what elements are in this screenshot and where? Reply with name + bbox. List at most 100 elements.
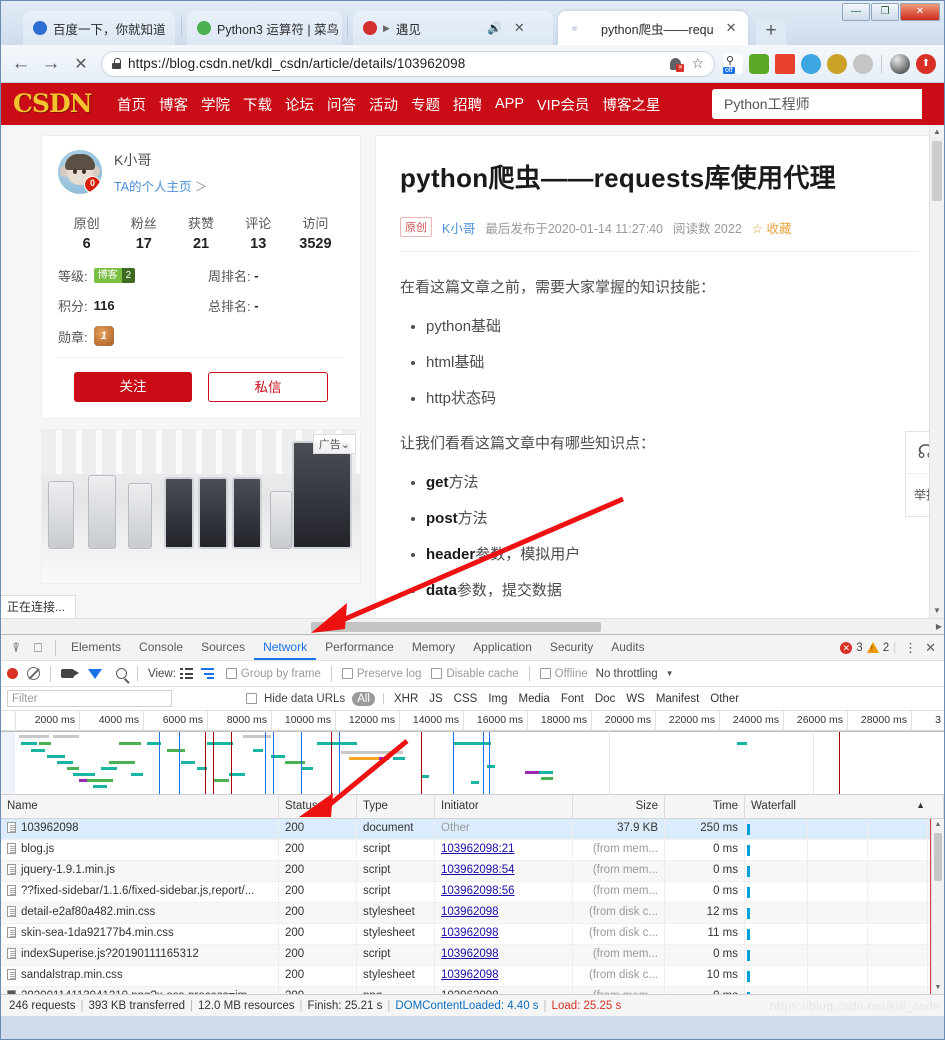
table-row[interactable]: ??fixed-sidebar/1.1.6/fixed-sidebar.js,r… [1, 882, 944, 903]
browser-tab-csdn-active[interactable]: python爬虫——requ ✕ [558, 11, 748, 45]
type-filter-xhr[interactable]: XHR [392, 693, 420, 705]
nav-item-home[interactable]: 首页 [117, 94, 146, 115]
type-filter-img[interactable]: Img [486, 693, 509, 705]
nav-item-vip[interactable]: VIP会员 [537, 94, 589, 115]
article-author[interactable]: K小哥 [442, 218, 475, 237]
tab-close-button[interactable]: ✕ [726, 20, 737, 36]
record-icon[interactable] [7, 668, 18, 679]
column-header-time[interactable]: Time [665, 795, 745, 818]
omnibox[interactable]: https://blog.csdn.net/kdl_csdn/article/d… [101, 50, 715, 77]
nav-item-academy[interactable]: 学院 [201, 94, 230, 115]
new-tab-button[interactable]: + [756, 19, 786, 45]
nav-item-download[interactable]: 下载 [243, 94, 272, 115]
sort-arrow-icon[interactable]: ▲ [916, 800, 925, 810]
column-header-name[interactable]: Name [1, 795, 279, 818]
medal-icon[interactable]: 1 [93, 326, 114, 346]
speaker-icon[interactable]: 🔊 [487, 21, 502, 35]
scroll-thumb[interactable] [934, 833, 942, 881]
tab-performance[interactable]: Performance [316, 635, 403, 660]
owl-extension-icon[interactable] [827, 53, 847, 74]
scroll-up-arrow[interactable]: ▲ [932, 819, 944, 831]
row-initiator[interactable]: 103962098 [441, 927, 499, 939]
red-upload-icon[interactable]: ⬆ [916, 53, 936, 74]
advertisement-banner[interactable]: 广告⌄ [41, 429, 361, 584]
follow-button[interactable]: 关注 [74, 372, 192, 402]
inspect-element-icon[interactable]: ⍒ [5, 638, 27, 658]
column-header-type[interactable]: Type [357, 795, 435, 818]
waterfall-view-icon[interactable] [200, 668, 214, 679]
nav-item-blog[interactable]: 博客 [159, 94, 188, 115]
tab-close-button[interactable]: ✕ [514, 20, 525, 36]
vivaldi-icon[interactable] [801, 53, 821, 74]
tab-console[interactable]: Console [130, 635, 192, 660]
browser-tab-netease-music[interactable]: ▶ 遇见 🔊 ✕ [353, 11, 553, 45]
search-icon[interactable] [116, 668, 127, 679]
globe-extension-icon[interactable] [853, 53, 873, 74]
type-filter-doc[interactable]: Doc [593, 693, 617, 705]
column-header-initiator[interactable]: Initiator [435, 795, 573, 818]
nav-item-app[interactable]: APP [495, 96, 524, 112]
hide-data-urls-checkbox[interactable] [246, 693, 257, 704]
window-close-button[interactable]: ✕ [900, 3, 940, 21]
throttling-select[interactable]: No throttling [596, 668, 658, 680]
table-row[interactable]: detail-e2af80a482.min.css 200 stylesheet… [1, 903, 944, 924]
row-initiator[interactable]: 103962098:54 [441, 864, 515, 876]
table-row[interactable]: jquery-1.9.1.min.js 200 script 103962098… [1, 861, 944, 882]
column-header-waterfall[interactable]: Waterfall ▲ [745, 795, 944, 818]
cookie-blocked-icon[interactable]: ✕ [668, 56, 685, 72]
row-initiator[interactable]: 103962098 [441, 948, 499, 960]
table-row[interactable]: skin-sea-1da92177b4.min.css 200 styleshe… [1, 924, 944, 945]
row-initiator[interactable]: 103962098 [441, 906, 499, 918]
tab-memory[interactable]: Memory [403, 635, 464, 660]
csdn-logo[interactable]: CSDN [13, 89, 105, 119]
nav-item-forum[interactable]: 论坛 [285, 94, 314, 115]
scroll-down-arrow[interactable]: ▼ [930, 604, 944, 618]
filter-input[interactable]: Filter [7, 690, 172, 707]
scroll-thumb[interactable] [932, 141, 942, 201]
close-icon[interactable]: ✕ [925, 640, 936, 656]
scroll-down-arrow[interactable]: ▼ [932, 982, 944, 994]
row-initiator[interactable]: 103962098 [441, 969, 499, 981]
type-filter-js[interactable]: JS [427, 693, 444, 705]
evernote-icon[interactable] [749, 53, 769, 74]
type-filter-all[interactable]: All [352, 691, 375, 706]
tab-network[interactable]: Network [254, 635, 317, 660]
feedly-icon[interactable] [775, 53, 795, 74]
clear-icon[interactable] [27, 667, 40, 680]
nav-item-topic[interactable]: 专题 [411, 94, 440, 115]
tab-elements[interactable]: Elements [62, 635, 130, 660]
tab-sources[interactable]: Sources [192, 635, 254, 660]
scroll-thumb[interactable] [311, 622, 601, 632]
vertical-dots-icon[interactable]: ⋮ [900, 640, 921, 656]
preserve-log-checkbox[interactable] [341, 668, 353, 679]
column-header-size[interactable]: Size [573, 795, 665, 818]
page-horizontal-scrollbar[interactable]: ▶ [1, 618, 944, 634]
type-filter-other[interactable]: Other [708, 693, 741, 705]
page-vertical-scrollbar[interactable]: ▲ ▼ [929, 125, 944, 618]
table-row[interactable]: 103962098 200 document Other 37.9 KB 250… [1, 819, 944, 840]
avatar[interactable]: 0 [58, 150, 102, 194]
table-vertical-scrollbar[interactable]: ▲ ▼ [931, 819, 944, 994]
dark-sphere-icon[interactable] [890, 53, 910, 74]
list-view-icon[interactable] [179, 668, 193, 679]
column-header-status[interactable]: Status [279, 795, 357, 818]
type-filter-media[interactable]: Media [517, 693, 552, 705]
scroll-up-arrow[interactable]: ▲ [930, 125, 944, 139]
funnel-icon[interactable] [88, 668, 102, 679]
profile-home-link[interactable]: TA的个人主页 ＞ [114, 176, 208, 195]
browser-tab-runoob[interactable]: Python3 运算符 | 菜鸟 ✕ [187, 11, 342, 45]
chevron-down-icon[interactable]: ▼ [666, 669, 674, 678]
csdn-search-input[interactable]: Python工程师 [712, 89, 922, 119]
nav-item-blog-star[interactable]: 博客之星 [602, 94, 660, 115]
nav-item-jobs[interactable]: 招聘 [453, 94, 482, 115]
devtools-issue-counts[interactable]: ✕ 3 2 | ⋮ ✕ [840, 640, 940, 656]
browser-tab-baidu[interactable]: 百度一下，你就知道 ✕ [23, 11, 175, 45]
device-toolbar-icon[interactable]: ⎕ [27, 638, 49, 658]
disable-cache-checkbox[interactable] [431, 668, 443, 679]
row-initiator[interactable]: 103962098:56 [441, 885, 515, 897]
favorite-button[interactable]: ☆ 收藏 [752, 218, 792, 237]
tab-application[interactable]: Application [464, 635, 541, 660]
camera-icon[interactable] [61, 669, 79, 678]
forward-button[interactable]: → [37, 53, 65, 75]
table-row[interactable]: indexSuperise.js?20190111165312 200 scri… [1, 945, 944, 966]
